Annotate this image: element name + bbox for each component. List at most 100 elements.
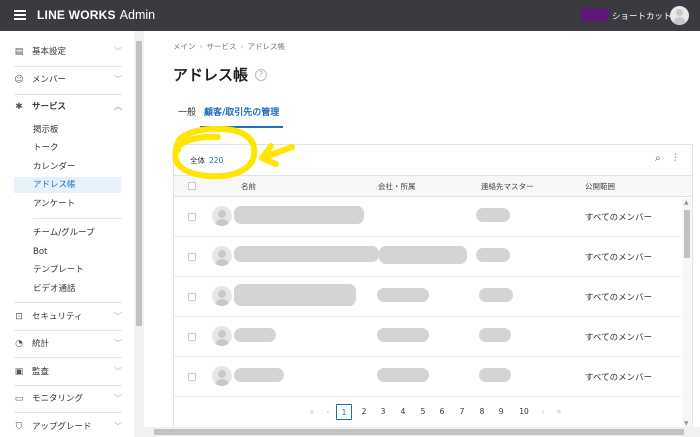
page-button-2[interactable]: 2 bbox=[356, 404, 372, 420]
sidebar-item-label: アップグレード bbox=[32, 422, 92, 432]
table-scrollbar[interactable]: ▲ ▼ bbox=[682, 198, 692, 429]
sidebar-subitem-bot[interactable]: Bot bbox=[14, 244, 121, 260]
divider bbox=[14, 66, 122, 67]
row-checkbox[interactable] bbox=[188, 333, 196, 341]
sidebar-subitem-calendar[interactable]: カレンダー bbox=[14, 159, 121, 175]
table-row[interactable]: すべてのメンバー bbox=[174, 318, 681, 357]
avatar bbox=[212, 326, 232, 346]
total-count: 全体 220 bbox=[190, 155, 223, 166]
sidebar-item-monitoring[interactable]: ▭ モニタリング ﹀ bbox=[14, 390, 122, 408]
chevron-up-icon: ︿ bbox=[114, 102, 122, 111]
user-avatar[interactable] bbox=[670, 6, 689, 25]
redacted-contact-master bbox=[479, 328, 511, 342]
sidebar-subitem-team-group[interactable]: チーム/グループ bbox=[14, 225, 121, 241]
redacted-company bbox=[377, 288, 429, 302]
page-button-1[interactable]: 1 bbox=[336, 404, 352, 420]
avatar bbox=[212, 246, 232, 266]
contacts-card: 全体 220 ⌕ ⫶ 名前 会社・所属 連絡先マスター 公開範囲 すべてのメンバー… bbox=[173, 144, 693, 430]
filter-icon[interactable]: ⫶ bbox=[674, 153, 684, 165]
table-row[interactable]: すべてのメンバー bbox=[174, 358, 681, 397]
sidebar-item-label: モニタリング bbox=[32, 394, 84, 404]
first-page-icon[interactable]: « bbox=[304, 404, 320, 420]
sidebar-subitem-survey[interactable]: アンケート bbox=[14, 196, 121, 212]
page-button-5[interactable]: 5 bbox=[415, 404, 431, 420]
sidebar-item-label: セキュリティ bbox=[32, 312, 83, 322]
sidebar-subitem-bulletin[interactable]: 掲示板 bbox=[14, 122, 121, 138]
sidebar-subitem-address-book[interactable]: アドレス帳 bbox=[14, 177, 121, 193]
sidebar-subitem-talk[interactable]: トーク bbox=[14, 140, 121, 156]
horizontal-scrollbar[interactable] bbox=[144, 427, 700, 437]
scope-value: すべてのメンバー bbox=[585, 213, 653, 223]
sidebar-item-security[interactable]: ⊡ セキュリティ ﹀ bbox=[14, 308, 122, 326]
redacted-contact-master bbox=[479, 368, 511, 382]
page-button-3[interactable]: 3 bbox=[375, 404, 391, 420]
sidebar-subitem-video-call[interactable]: ビデオ通話 bbox=[14, 281, 121, 297]
column-header-scope[interactable]: 公開範囲 bbox=[585, 181, 615, 192]
divider bbox=[14, 412, 122, 413]
chevron-down-icon: ﹀ bbox=[114, 312, 122, 321]
last-page-icon[interactable]: » bbox=[551, 404, 567, 420]
sidebar-scrollbar[interactable] bbox=[134, 31, 144, 437]
divider bbox=[14, 94, 122, 95]
sidebar-subitem-template[interactable]: テンプレート bbox=[14, 262, 121, 278]
redacted-company bbox=[377, 368, 429, 382]
sidebar-item-members[interactable]: ☺ メンバー ﹀ bbox=[14, 71, 122, 89]
sidebar-item-label: メンバー bbox=[32, 75, 67, 85]
page-button-9[interactable]: 9 bbox=[493, 404, 509, 420]
chevron-down-icon: ﹀ bbox=[114, 75, 122, 84]
avatar bbox=[212, 366, 232, 386]
total-count-value: 220 bbox=[209, 156, 224, 165]
breadcrumb-service[interactable]: サービス bbox=[207, 42, 237, 51]
row-checkbox[interactable] bbox=[188, 373, 196, 381]
table-row[interactable]: すべてのメンバー bbox=[174, 198, 681, 237]
row-checkbox[interactable] bbox=[188, 253, 196, 261]
gear-icon: ✱ bbox=[15, 102, 23, 112]
search-icon[interactable]: ⌕ bbox=[655, 154, 665, 164]
shortcut-icon[interactable] bbox=[580, 8, 610, 22]
table-row[interactable]: すべてのメンバー bbox=[174, 238, 681, 277]
sidebar-item-statistics[interactable]: ◔ 統計 ﹀ bbox=[14, 335, 122, 353]
divider bbox=[14, 302, 122, 303]
chevron-right-icon: › bbox=[199, 42, 203, 51]
monitor-icon: ▭ bbox=[14, 394, 24, 404]
prev-page-icon[interactable]: ‹ bbox=[320, 404, 336, 420]
chevron-down-icon: ﹀ bbox=[114, 339, 122, 348]
table-row[interactable]: すべてのメンバー bbox=[174, 278, 681, 317]
chevron-down-icon: ﹀ bbox=[114, 422, 122, 431]
scope-value: すべてのメンバー bbox=[585, 293, 653, 303]
scroll-up-icon[interactable]: ▲ bbox=[684, 200, 689, 206]
sidebar-item-audit[interactable]: ▣ 監査 ﹀ bbox=[14, 363, 122, 381]
page-button-7[interactable]: 7 bbox=[454, 404, 470, 420]
sidebar-item-basic-settings[interactable]: ▤ 基本設定 ﹀ bbox=[14, 43, 122, 61]
top-bar: LINE WORKS Admin ショートカット bbox=[0, 0, 700, 31]
row-checkbox[interactable] bbox=[188, 293, 196, 301]
menu-icon[interactable] bbox=[14, 10, 26, 20]
chevron-down-icon: ﹀ bbox=[114, 47, 122, 56]
scrollbar-thumb[interactable] bbox=[684, 210, 690, 258]
product-name: Admin bbox=[119, 8, 156, 22]
lock-icon: ⊡ bbox=[15, 312, 23, 322]
page-button-10[interactable]: 10 bbox=[515, 404, 533, 420]
divider bbox=[33, 218, 122, 219]
breadcrumb-main[interactable]: メイン bbox=[173, 42, 196, 51]
tab-customer-management[interactable]: 顧客/取引先の管理 bbox=[200, 104, 284, 128]
select-all-checkbox[interactable] bbox=[188, 182, 196, 190]
redacted-company bbox=[377, 328, 429, 342]
row-checkbox[interactable] bbox=[188, 213, 196, 221]
sidebar-item-services[interactable]: ✱ サービス ︿ bbox=[14, 98, 122, 116]
page-button-8[interactable]: 8 bbox=[474, 404, 490, 420]
next-page-icon[interactable]: › bbox=[535, 404, 551, 420]
page-button-6[interactable]: 6 bbox=[434, 404, 450, 420]
sidebar-item-upgrade[interactable]: ⛉ アップグレード ﹀ bbox=[14, 418, 122, 436]
column-header-company[interactable]: 会社・所属 bbox=[378, 181, 416, 192]
app-logo[interactable]: LINE WORKS Admin bbox=[37, 8, 155, 23]
page-button-4[interactable]: 4 bbox=[395, 404, 411, 420]
breadcrumb: メイン › サービス › アドレス帳 bbox=[173, 41, 285, 52]
scope-value: すべてのメンバー bbox=[585, 253, 653, 263]
shortcut-link[interactable]: ショートカット bbox=[612, 10, 672, 22]
sidebar-item-label: サービス bbox=[32, 102, 67, 112]
tab-general[interactable]: 一般 bbox=[178, 104, 196, 128]
column-header-contact-master[interactable]: 連絡先マスター bbox=[481, 181, 534, 192]
column-header-name[interactable]: 名前 bbox=[241, 181, 256, 192]
help-icon[interactable]: ? bbox=[255, 69, 267, 81]
